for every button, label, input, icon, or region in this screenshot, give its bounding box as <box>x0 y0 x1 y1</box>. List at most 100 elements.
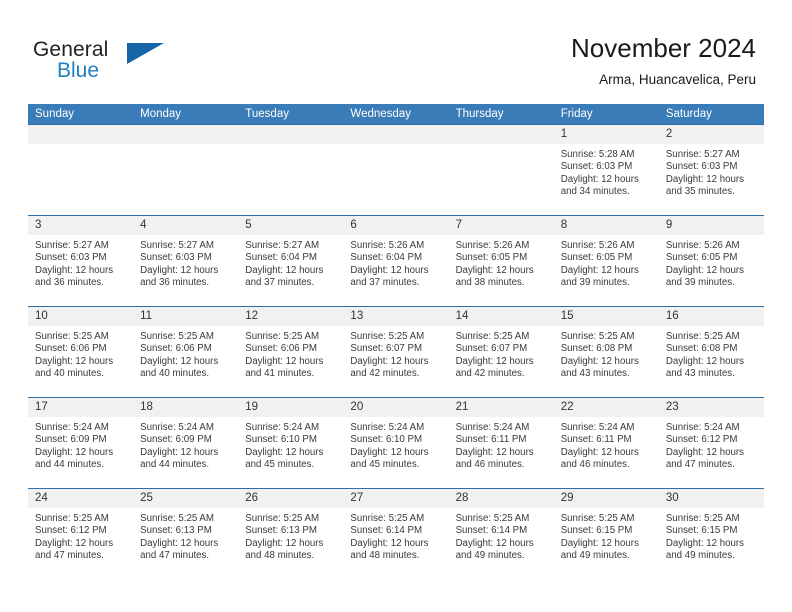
day-cell-inner: 25 Sunrise: 5:25 AM Sunset: 6:13 PM Dayligh… <box>133 489 239 579</box>
calendar-day-cell[interactable]: 17 Sunrise: 5:24 AM Sunset: 6:09 PM Dayligh… <box>28 397 134 489</box>
day-number: 14 <box>448 307 554 326</box>
calendar-day-cell[interactable]: 27 Sunrise: 5:25 AM Sunset: 6:14 PM Dayligh… <box>343 488 449 579</box>
calendar-day-cell[interactable]: 19 Sunrise: 5:24 AM Sunset: 6:10 PM Dayligh… <box>238 397 344 489</box>
calendar-day-cell[interactable]: 11 Sunrise: 5:25 AM Sunset: 6:06 PM Dayligh… <box>133 306 239 398</box>
calendar-day-cell-empty <box>28 124 134 216</box>
sunset-time: Sunset: 6:10 PM <box>245 434 317 446</box>
sunrise-time: Sunrise: 5:27 AM <box>35 240 109 251</box>
day-cell-inner: 17 Sunrise: 5:24 AM Sunset: 6:09 PM Dayligh… <box>28 398 134 488</box>
calendar-day-cell[interactable]: 15 Sunrise: 5:25 AM Sunset: 6:08 PM Dayligh… <box>553 306 659 398</box>
calendar-day-cell[interactable]: 3 Sunrise: 5:27 AM Sunset: 6:03 PM Daylight… <box>28 215 134 307</box>
daylight-duration: Daylight: 12 hours <box>665 446 744 458</box>
day-cell-inner: 7 Sunrise: 5:26 AM Sunset: 6:05 PM Daylight… <box>448 216 554 306</box>
day-number: 25 <box>133 489 239 508</box>
sunset-time: Sunset: 6:03 PM <box>560 161 633 173</box>
daylight-duration: Daylight: 12 hours <box>35 537 114 549</box>
day-cell-details: Sunrise: 5:27 AM Sunset: 6:03 PM Daylight:… <box>28 235 133 290</box>
day-cell-inner <box>133 125 239 215</box>
daylight-duration: Daylight: 12 hours <box>140 537 219 549</box>
daylight-duration: Daylight: 12 hours <box>245 355 324 367</box>
calendar-day-cell[interactable]: 9 Sunrise: 5:26 AM Sunset: 6:05 PM Daylight… <box>658 215 764 307</box>
daylight-duration-cont: and 40 minutes. <box>35 368 104 380</box>
calendar-day-cell[interactable]: 7 Sunrise: 5:26 AM Sunset: 6:05 PM Daylight… <box>448 215 554 307</box>
calendar-day-cell[interactable]: 14 Sunrise: 5:25 AM Sunset: 6:07 PM Dayligh… <box>448 306 554 398</box>
location-subtitle: Arma, Huancavelica, Peru <box>599 72 756 87</box>
day-number: 12 <box>238 307 344 326</box>
day-cell-inner: 13 Sunrise: 5:25 AM Sunset: 6:07 PM Dayligh… <box>343 307 449 397</box>
day-number <box>133 125 239 144</box>
calendar-day-cell[interactable]: 13 Sunrise: 5:25 AM Sunset: 6:07 PM Dayligh… <box>343 306 449 398</box>
day-cell-details: Sunrise: 5:27 AM Sunset: 6:03 PM Daylight:… <box>133 235 238 290</box>
day-cell-inner <box>448 125 554 215</box>
generalblue-logo[interactable]: General Blue <box>33 38 193 84</box>
day-number: 1 <box>553 125 659 144</box>
daylight-duration-cont: and 37 minutes. <box>350 277 420 289</box>
calendar-day-cell[interactable]: 24 Sunrise: 5:25 AM Sunset: 6:12 PM Dayligh… <box>28 488 134 579</box>
day-cell-inner: 16 Sunrise: 5:25 AM Sunset: 6:08 PM Dayligh… <box>658 307 764 397</box>
sunset-time: Sunset: 6:06 PM <box>35 343 107 355</box>
calendar-day-cell[interactable]: 2 Sunrise: 5:27 AM Sunset: 6:03 PM Daylight… <box>658 124 764 216</box>
calendar-day-cell[interactable]: 29 Sunrise: 5:25 AM Sunset: 6:15 PM Dayligh… <box>553 488 659 579</box>
sunset-time: Sunset: 6:05 PM <box>455 252 528 264</box>
sunrise-time: Sunrise: 5:24 AM <box>140 422 214 433</box>
daylight-duration: Daylight: 12 hours <box>665 537 744 549</box>
calendar-day-cell[interactable]: 20 Sunrise: 5:24 AM Sunset: 6:10 PM Dayligh… <box>343 397 449 489</box>
weekday-header-wednesday: Wednesday <box>343 104 449 125</box>
daylight-duration-cont: and 47 minutes. <box>35 550 104 562</box>
day-cell-inner: 3 Sunrise: 5:27 AM Sunset: 6:03 PM Daylight… <box>28 216 134 306</box>
day-cell-details: Sunrise: 5:24 AM Sunset: 6:09 PM Daylight:… <box>28 417 133 472</box>
calendar-day-cell[interactable]: 18 Sunrise: 5:24 AM Sunset: 6:09 PM Dayligh… <box>133 397 239 489</box>
daylight-duration-cont: and 45 minutes. <box>245 459 315 471</box>
day-number: 8 <box>553 216 659 235</box>
sunset-time: Sunset: 6:09 PM <box>140 434 212 446</box>
daylight-duration-cont: and 45 minutes. <box>350 459 420 471</box>
calendar-day-cell[interactable]: 26 Sunrise: 5:25 AM Sunset: 6:13 PM Dayligh… <box>238 488 344 579</box>
day-number: 28 <box>448 489 554 508</box>
calendar-day-cell[interactable]: 5 Sunrise: 5:27 AM Sunset: 6:04 PM Daylight… <box>238 215 344 307</box>
calendar-header-row: Sunday Monday Tuesday Wednesday Thursday… <box>28 104 764 125</box>
calendar-day-cell[interactable]: 16 Sunrise: 5:25 AM Sunset: 6:08 PM Dayligh… <box>658 306 764 398</box>
sunrise-time: Sunrise: 5:24 AM <box>560 422 635 433</box>
daylight-duration: Daylight: 12 hours <box>35 355 114 367</box>
calendar-day-cell[interactable]: 25 Sunrise: 5:25 AM Sunset: 6:13 PM Dayligh… <box>133 488 239 579</box>
calendar-day-cell[interactable]: 28 Sunrise: 5:25 AM Sunset: 6:14 PM Dayligh… <box>448 488 554 579</box>
sunset-time: Sunset: 6:15 PM <box>665 525 738 537</box>
calendar-body: 1 Sunrise: 5:28 AM Sunset: 6:03 PM Daylight… <box>28 124 764 579</box>
day-cell-details: Sunrise: 5:24 AM Sunset: 6:09 PM Daylight:… <box>133 417 238 472</box>
daylight-duration-cont: and 34 minutes. <box>560 186 630 198</box>
day-cell-inner: 21 Sunrise: 5:24 AM Sunset: 6:11 PM Dayligh… <box>448 398 554 488</box>
day-number: 24 <box>28 489 134 508</box>
day-number: 2 <box>658 125 764 144</box>
day-cell-details: Sunrise: 5:27 AM Sunset: 6:04 PM Daylight:… <box>238 235 343 290</box>
day-cell-inner: 10 Sunrise: 5:25 AM Sunset: 6:06 PM Dayligh… <box>28 307 134 397</box>
day-cell-details: Sunrise: 5:25 AM Sunset: 6:08 PM Daylight:… <box>659 326 764 381</box>
sunset-time: Sunset: 6:07 PM <box>455 343 528 355</box>
calendar-day-cell[interactable]: 22 Sunrise: 5:24 AM Sunset: 6:11 PM Dayligh… <box>553 397 659 489</box>
day-cell-inner: 18 Sunrise: 5:24 AM Sunset: 6:09 PM Dayligh… <box>133 398 239 488</box>
calendar-day-cell[interactable]: 4 Sunrise: 5:27 AM Sunset: 6:03 PM Daylight… <box>133 215 239 307</box>
sunset-time: Sunset: 6:09 PM <box>35 434 107 446</box>
day-cell-details: Sunrise: 5:25 AM Sunset: 6:06 PM Daylight:… <box>28 326 133 381</box>
calendar-day-cell[interactable]: 12 Sunrise: 5:25 AM Sunset: 6:06 PM Dayligh… <box>238 306 344 398</box>
day-number: 29 <box>553 489 659 508</box>
sunset-time: Sunset: 6:08 PM <box>665 343 738 355</box>
day-number <box>448 125 554 144</box>
daylight-duration: Daylight: 12 hours <box>560 446 639 458</box>
day-cell-inner: 24 Sunrise: 5:25 AM Sunset: 6:12 PM Dayligh… <box>28 489 134 579</box>
sunrise-time: Sunrise: 5:25 AM <box>245 331 320 342</box>
sunrise-time: Sunrise: 5:25 AM <box>455 331 530 342</box>
sunset-time: Sunset: 6:06 PM <box>140 343 212 355</box>
calendar-page: General Blue November 2024 Arma, Huancav… <box>0 0 792 612</box>
calendar-day-cell[interactable]: 21 Sunrise: 5:24 AM Sunset: 6:11 PM Dayligh… <box>448 397 554 489</box>
day-cell-details: Sunrise: 5:27 AM Sunset: 6:03 PM Daylight:… <box>659 144 764 199</box>
sunset-time: Sunset: 6:12 PM <box>665 434 738 446</box>
sunrise-time: Sunrise: 5:26 AM <box>560 240 635 251</box>
sunset-time: Sunset: 6:13 PM <box>140 525 212 537</box>
calendar-day-cell[interactable]: 1 Sunrise: 5:28 AM Sunset: 6:03 PM Daylight… <box>553 124 659 216</box>
calendar-day-cell[interactable]: 23 Sunrise: 5:24 AM Sunset: 6:12 PM Dayligh… <box>658 397 764 489</box>
calendar-day-cell[interactable]: 30 Sunrise: 5:25 AM Sunset: 6:15 PM Dayligh… <box>658 488 764 579</box>
sunset-time: Sunset: 6:06 PM <box>245 343 317 355</box>
calendar-day-cell[interactable]: 8 Sunrise: 5:26 AM Sunset: 6:05 PM Daylight… <box>553 215 659 307</box>
calendar-day-cell[interactable]: 6 Sunrise: 5:26 AM Sunset: 6:04 PM Daylight… <box>343 215 449 307</box>
calendar-day-cell[interactable]: 10 Sunrise: 5:25 AM Sunset: 6:06 PM Dayligh… <box>28 306 134 398</box>
